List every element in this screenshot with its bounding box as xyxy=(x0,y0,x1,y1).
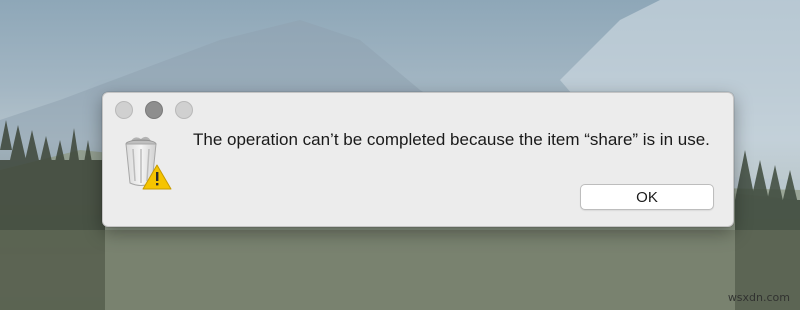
window-controls xyxy=(115,101,193,119)
ok-button[interactable]: OK xyxy=(580,184,714,210)
watermark-text: wsxdn.com xyxy=(727,291,790,304)
zoom-button[interactable] xyxy=(175,101,193,119)
alert-dialog: The operation can’t be completed because… xyxy=(102,92,734,227)
alert-message: The operation can’t be completed because… xyxy=(193,130,710,149)
minimize-button[interactable] xyxy=(145,101,163,119)
trash-warning-icon xyxy=(121,135,173,191)
close-button[interactable] xyxy=(115,101,133,119)
